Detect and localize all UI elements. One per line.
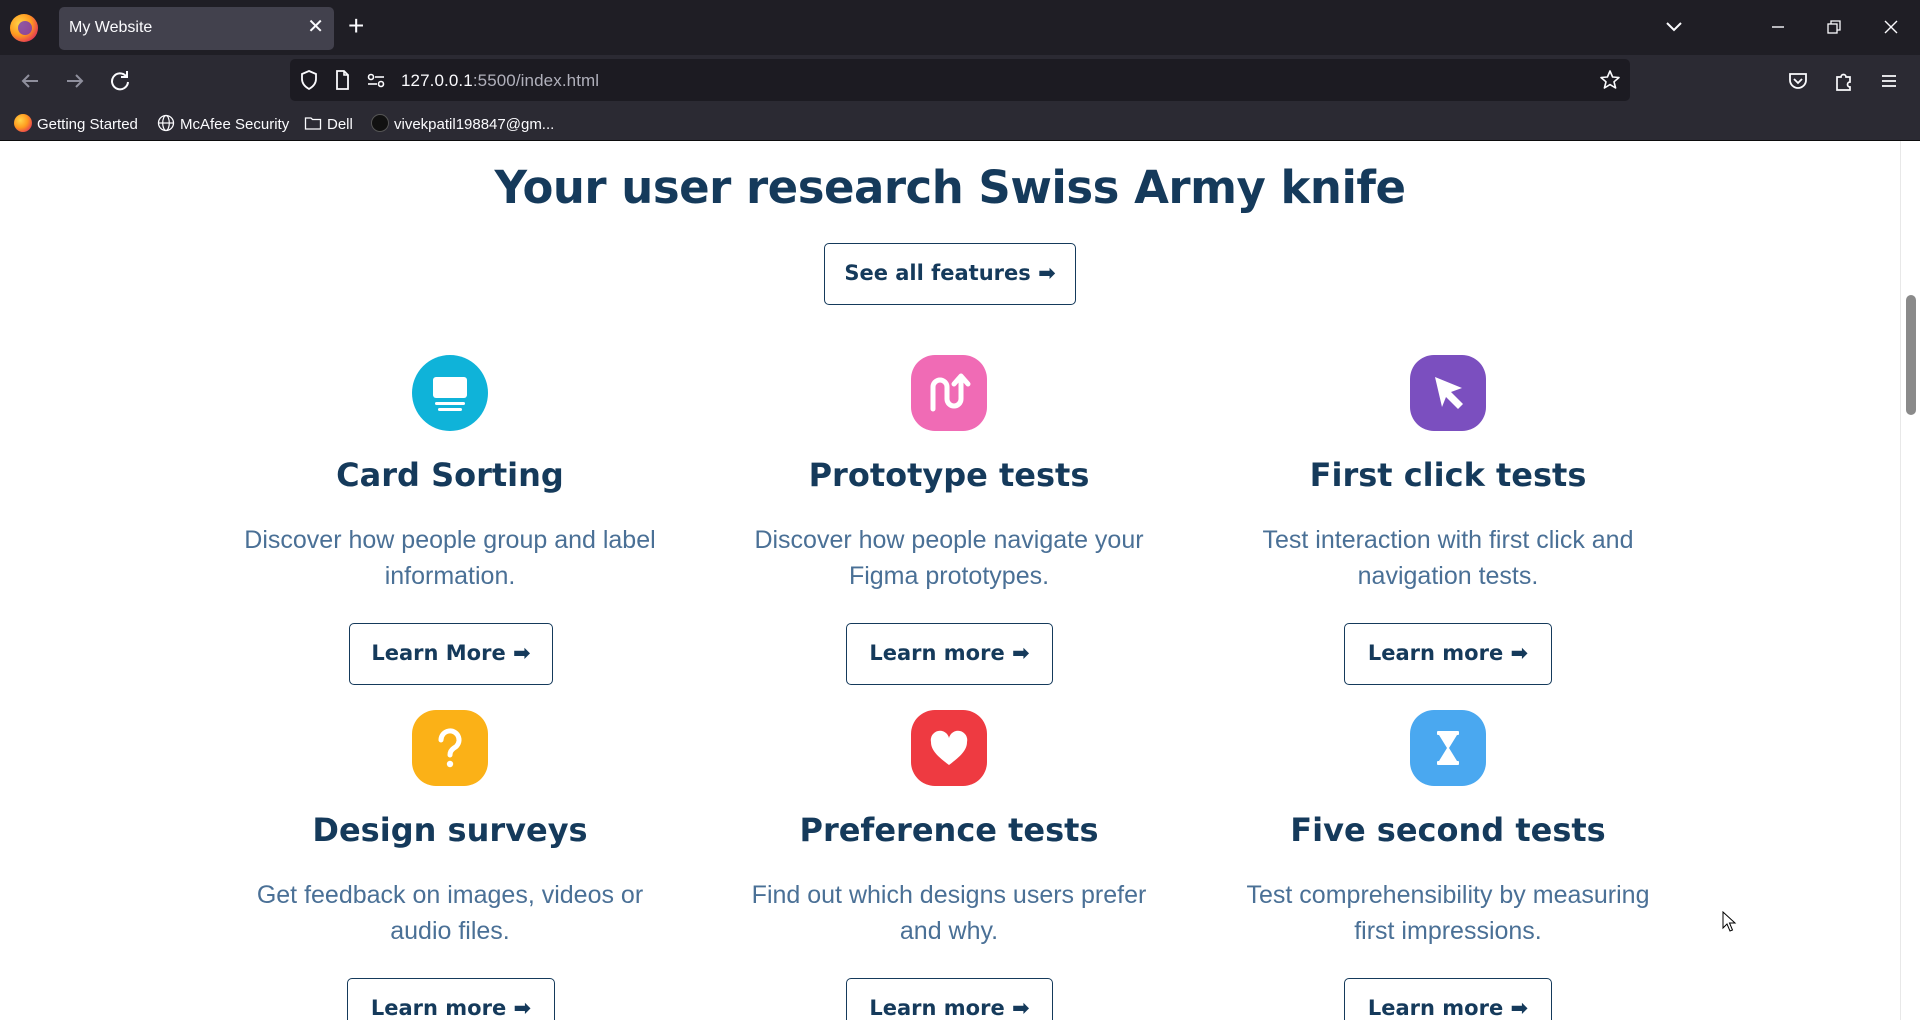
tab-close-icon[interactable]: ✕ — [307, 15, 324, 39]
url-text[interactable]: 127.0.0.1:5500/index.html — [401, 71, 599, 91]
learn-more-button[interactable]: Learn More ➡ — [349, 623, 553, 685]
menu-hamburger-icon[interactable] — [1873, 65, 1905, 97]
feature-title: Five second tests — [1290, 811, 1606, 849]
page-info-icon[interactable] — [330, 68, 354, 92]
bookmark-label: Dell — [327, 116, 353, 133]
feature-description: Find out which designs users prefer and … — [751, 881, 1147, 945]
back-arrow-icon[interactable] — [14, 65, 46, 97]
close-window-icon[interactable] — [1876, 12, 1906, 42]
learn-more-button[interactable]: Learn more ➡ — [846, 623, 1053, 685]
bookmark-email[interactable]: vivekpatil198847@gm... — [371, 114, 554, 134]
section-headline: Your user research Swiss Army knife — [494, 161, 1406, 214]
firefox-icon[interactable] — [10, 14, 38, 42]
learn-more-button[interactable]: Learn more ➡ — [846, 978, 1053, 1020]
tab-bar: My Website ✕ + — [0, 0, 1920, 55]
url-path: :5500/index.html — [472, 71, 600, 90]
list-all-tabs-icon[interactable] — [1662, 14, 1686, 38]
bookmark-star-icon[interactable] — [1598, 68, 1622, 92]
bookmark-label: Getting Started — [37, 116, 138, 133]
feature-five-second-tests: Five second tests Test comprehensibility… — [1218, 710, 1678, 1020]
globe-icon — [157, 114, 175, 132]
bookmark-getting-started[interactable]: Getting Started — [14, 114, 138, 134]
site-permissions-icon[interactable] — [364, 68, 388, 92]
learn-more-button[interactable]: Learn more ➡ — [347, 978, 555, 1020]
heart-icon — [911, 710, 987, 786]
bookmark-mcafee[interactable]: McAfee Security — [157, 114, 289, 134]
feature-title: Preference tests — [799, 811, 1099, 849]
folder-icon — [304, 117, 322, 130]
learn-more-button[interactable]: Learn more ➡ — [1344, 978, 1552, 1020]
feature-title: First click tests — [1309, 456, 1587, 494]
feature-description: Get feedback on images, videos or audio … — [256, 881, 644, 945]
tab-title: My Website — [69, 19, 153, 36]
url-host: 127.0.0.1 — [401, 71, 473, 90]
feature-title: Card Sorting — [336, 456, 564, 494]
see-all-features-button[interactable]: See all features ➡ — [824, 243, 1076, 305]
site-icon — [371, 114, 389, 132]
bookmark-label: vivekpatil198847@gm... — [394, 116, 555, 133]
restore-icon[interactable] — [1819, 12, 1849, 42]
reload-icon[interactable] — [104, 65, 136, 97]
minimize-icon[interactable] — [1763, 12, 1793, 42]
tracking-protection-shield-icon[interactable] — [297, 68, 321, 92]
navigation-toolbar: 127.0.0.1:5500/index.html — [0, 55, 1920, 105]
bookmark-folder-dell[interactable]: Dell — [304, 114, 353, 134]
feature-title: Prototype tests — [808, 456, 1090, 494]
hourglass-icon — [1410, 710, 1486, 786]
feature-description: Test comprehensibility by measuring firs… — [1246, 881, 1650, 945]
prototype-icon — [911, 355, 987, 431]
scrollbar-thumb[interactable] — [1906, 295, 1916, 415]
feature-card-sorting: Card Sorting Discover how people group a… — [220, 355, 680, 695]
feature-description: Test interaction with first click and na… — [1262, 526, 1634, 590]
feature-title: Design surveys — [312, 811, 588, 849]
firefox-icon — [14, 114, 32, 132]
question-icon — [412, 710, 488, 786]
card-sorting-icon — [412, 355, 488, 431]
feature-first-click-tests: First click tests Test interaction with … — [1218, 355, 1678, 695]
browser-tab[interactable]: My Website ✕ — [59, 7, 334, 50]
learn-more-button[interactable]: Learn more ➡ — [1344, 623, 1552, 685]
mouse-pointer-icon — [1722, 911, 1737, 932]
forward-arrow-icon[interactable] — [59, 65, 91, 97]
extensions-icon[interactable] — [1828, 65, 1860, 97]
cursor-click-icon — [1410, 355, 1486, 431]
page-viewport: Your user research Swiss Army knife See … — [0, 141, 1920, 1020]
bookmarks-toolbar: Getting Started McAfee Security Dell viv… — [0, 105, 1920, 141]
feature-description: Discover how people group and label info… — [244, 526, 656, 590]
feature-design-surveys: Design surveys Get feedback on images, v… — [220, 710, 680, 1020]
new-tab-button[interactable]: + — [348, 11, 364, 41]
pocket-icon[interactable] — [1782, 65, 1814, 97]
feature-prototype-tests: Prototype tests Discover how people navi… — [719, 355, 1179, 695]
page-scrollbar[interactable] — [1900, 141, 1920, 1020]
bookmark-label: McAfee Security — [180, 116, 290, 133]
address-bar[interactable]: 127.0.0.1:5500/index.html — [290, 59, 1630, 101]
feature-description: Discover how people navigate your Figma … — [754, 526, 1144, 590]
feature-preference-tests: Preference tests Find out which designs … — [719, 710, 1179, 1020]
